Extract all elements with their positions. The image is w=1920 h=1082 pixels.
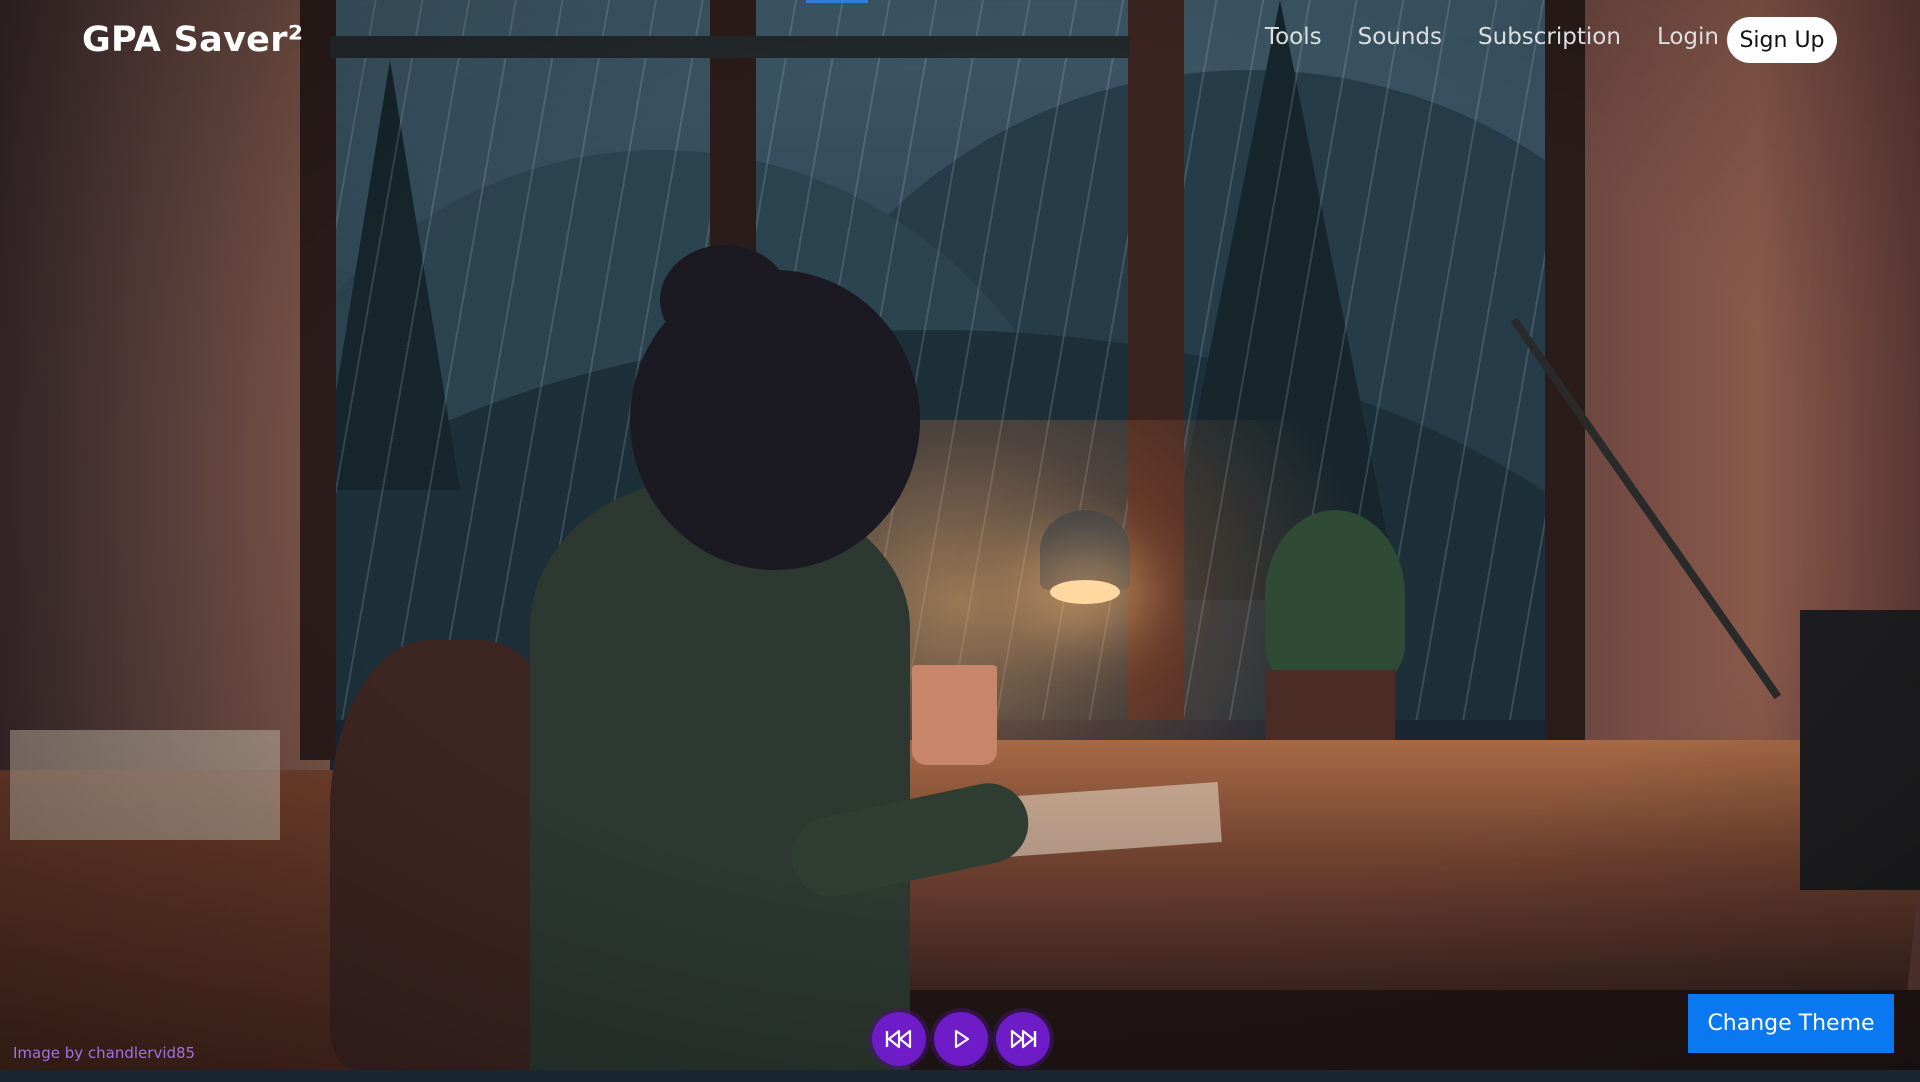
play-icon [954,1029,970,1049]
navbar: GPA Saver² Tools Sounds Subscription Log… [0,0,1920,90]
next-track-button[interactable] [996,1012,1050,1066]
previous-track-button[interactable] [872,1012,926,1066]
vignette [0,0,1920,1070]
brand-logo[interactable]: GPA Saver² [82,20,303,60]
image-credit[interactable]: Image by chandlervid85 [13,1044,195,1062]
play-button[interactable] [934,1012,988,1066]
skip-forward-icon [1010,1029,1037,1049]
nav-subscription-link[interactable]: Subscription [1478,24,1621,50]
nav-login-link[interactable]: Login [1657,24,1719,50]
nav-tools-link[interactable]: Tools [1265,24,1322,50]
music-player-controls [866,1012,1056,1082]
change-theme-button[interactable]: Change Theme [1688,994,1894,1053]
nav-links: Tools Sounds Subscription Login [1265,24,1719,50]
background-illustration [0,0,1920,1070]
nav-sounds-link[interactable]: Sounds [1358,24,1442,50]
sign-up-button[interactable]: Sign Up [1727,17,1837,63]
skip-back-icon [885,1029,912,1049]
